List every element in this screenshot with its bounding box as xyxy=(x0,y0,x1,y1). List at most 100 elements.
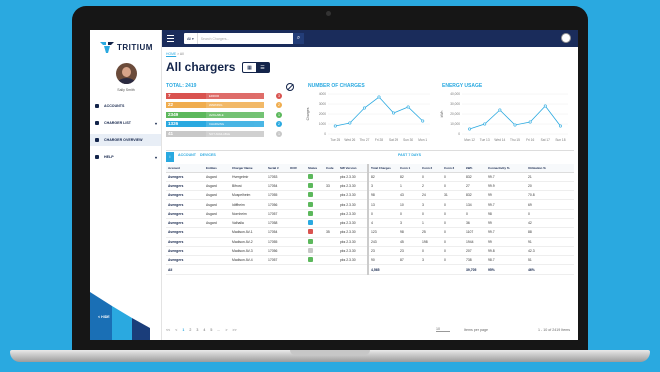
x-tick-label: Thu 27 xyxy=(359,138,369,142)
sidebar-item-charger-overview[interactable]: CHARGER OVERVIEW xyxy=(90,134,161,146)
column-header[interactable]: Conn 2 xyxy=(420,164,442,173)
table-cell: 21 xyxy=(526,172,574,182)
list-view-button[interactable]: ☰ xyxy=(256,63,269,72)
column-header[interactable]: Connectivity % xyxy=(486,164,526,173)
data-point[interactable] xyxy=(362,106,366,110)
table-cell xyxy=(324,172,338,182)
column-header[interactable]: kWh xyxy=(464,164,486,173)
data-point[interactable] xyxy=(348,121,352,125)
table-row[interactable]: Avengers Asgard Valhalla 17058 pks 2.3.30 4 3 1… xyxy=(166,218,574,229)
data-point[interactable] xyxy=(483,122,487,126)
table-row[interactable]: Avengers Asgard Hvergelmir 17053 pks 2.3.30 8… xyxy=(166,172,574,182)
column-header[interactable]: Conn 1 xyxy=(398,164,420,173)
x-tick-label: Sun 18 xyxy=(555,138,565,142)
page-link[interactable]: 2 xyxy=(189,328,191,332)
column-header[interactable]: SW Version xyxy=(338,164,368,173)
column-header[interactable]: Serial # xyxy=(266,164,288,173)
status-row[interactable]: 2349 AVAILABLE 1 xyxy=(166,111,282,118)
status-badge: 1 xyxy=(276,111,282,118)
status-indicator xyxy=(308,257,313,263)
laptop-base xyxy=(10,350,650,362)
data-point[interactable] xyxy=(421,119,425,123)
data-point[interactable] xyxy=(528,120,532,124)
data-point[interactable] xyxy=(406,105,410,109)
status-row[interactable]: 7 ERROR 3 xyxy=(166,92,282,99)
table-row[interactable]: Avengers Madison AV-2 17055 pks 2.3.30 243 45… xyxy=(166,237,574,247)
info-icon[interactable]: i xyxy=(166,152,174,162)
table-cell xyxy=(288,255,306,266)
table-row[interactable]: Avengers Madison AV-4 17057 pks 2.3.30 90 87 3… xyxy=(166,255,574,266)
column-header[interactable]: Status xyxy=(306,164,324,173)
status-label: AVAILABLE xyxy=(206,111,264,118)
hide-sidebar-button[interactable]: < HIDE xyxy=(98,315,110,319)
block-icon[interactable] xyxy=(286,83,294,91)
search-input[interactable]: Search Chargers... xyxy=(198,37,293,41)
x-tick-label: Sat 17 xyxy=(541,138,550,142)
app-screen: TRITIUM Sally Smith ACCOUNTS CHARGER LIS… xyxy=(90,30,578,340)
avatar[interactable] xyxy=(116,63,137,84)
data-point[interactable] xyxy=(543,104,547,108)
menu-icon[interactable] xyxy=(167,35,174,42)
status-row[interactable]: 1326 CHARGING 2 xyxy=(166,121,282,128)
page-link[interactable]: < xyxy=(175,328,177,332)
sidebar-item-accounts[interactable]: ACCOUNTS xyxy=(90,100,161,112)
sidebar-item-label: ACCOUNTS xyxy=(104,104,125,108)
breadcrumb-home[interactable]: HOME xyxy=(166,52,176,56)
table-row[interactable]: Avengers Asgard Nornheim 17057 pks 2.3.30 0 0 0… xyxy=(166,209,574,220)
breadcrumb: HOME > All xyxy=(166,52,184,56)
user-menu-icon[interactable] xyxy=(561,33,571,43)
column-header[interactable]: Utilization % xyxy=(526,164,574,173)
data-point[interactable] xyxy=(558,124,562,128)
table-cell: 1 xyxy=(420,218,442,229)
table-cell: 82 xyxy=(398,172,420,182)
table-row[interactable]: Avengers Asgard Bifrost 17054 33 pks 2.3.30 3 1… xyxy=(166,181,574,192)
page-link[interactable]: > xyxy=(225,328,227,332)
table-row[interactable]: Avengers Madison AV-1 17054 35 pks 2.3.30 123… xyxy=(166,227,574,238)
sidebar-item-help[interactable]: HELP ▾ xyxy=(90,151,161,163)
column-header[interactable]: Conn 3 xyxy=(442,164,464,173)
tab-account[interactable]: ACCOUNT xyxy=(178,153,196,157)
data-point[interactable] xyxy=(468,127,472,131)
table-cell: 3 xyxy=(398,218,420,229)
column-header[interactable]: Charger Name xyxy=(230,164,266,173)
column-header[interactable]: Account xyxy=(166,164,204,173)
x-tick-label: Wed 26 xyxy=(344,138,355,142)
page-link[interactable]: ... xyxy=(217,328,220,332)
column-header[interactable]: Entities xyxy=(204,164,230,173)
status-row[interactable]: 41 NOT AVAILABLE 1 xyxy=(166,130,282,137)
table-row[interactable]: Avengers Madison AV-3 17056 pks 2.3.30 23 23 0… xyxy=(166,246,574,257)
table-cell: Madison AV-4 xyxy=(230,255,266,266)
x-tick-label: Sat 29 xyxy=(389,138,398,142)
page-link[interactable]: 5 xyxy=(210,328,212,332)
table-row[interactable]: Avengers Asgard Idiffheim 17056 pks 2.3.30 13… xyxy=(166,199,574,210)
page-link[interactable]: 1 xyxy=(182,328,184,332)
table-cell: Asgard xyxy=(204,199,230,210)
tab-devices[interactable]: DEVICES xyxy=(200,153,216,157)
table-cell xyxy=(288,218,306,229)
data-point[interactable] xyxy=(333,124,337,128)
data-point[interactable] xyxy=(392,111,396,115)
total-cell xyxy=(420,264,442,275)
table-cell: 99 xyxy=(486,237,526,247)
column-header[interactable]: Total Charges xyxy=(367,164,398,173)
data-point[interactable] xyxy=(377,95,381,99)
status-row[interactable]: 22 WARNING 2 xyxy=(166,102,282,109)
page-link[interactable]: 3 xyxy=(196,328,198,332)
search-filter-select[interactable]: All ▾ xyxy=(184,33,198,44)
table-cell: Avengers xyxy=(166,218,204,229)
column-header[interactable]: OCR xyxy=(288,164,306,173)
table-row[interactable]: Avengers Asgard Muspelheim 17055 pks 2.3.30 9… xyxy=(166,190,574,201)
page-link[interactable]: 4 xyxy=(203,328,205,332)
data-point[interactable] xyxy=(498,108,502,112)
page-link[interactable]: >> xyxy=(232,328,236,332)
tab-past-7-days[interactable]: PAST 7 DAYS xyxy=(398,153,421,157)
column-header[interactable]: Code xyxy=(324,164,338,173)
tile-view-button[interactable]: ▦ xyxy=(243,63,256,72)
total-cell xyxy=(398,264,420,275)
table-cell: pks 2.3.30 xyxy=(338,227,368,238)
search-button[interactable]: ⌕ xyxy=(293,33,304,44)
data-point[interactable] xyxy=(513,123,517,127)
page-link[interactable]: << xyxy=(166,328,170,332)
items-per-page-select[interactable]: 10 xyxy=(436,327,450,332)
sidebar-item-charger-list[interactable]: CHARGER LIST ▾ xyxy=(90,117,161,129)
